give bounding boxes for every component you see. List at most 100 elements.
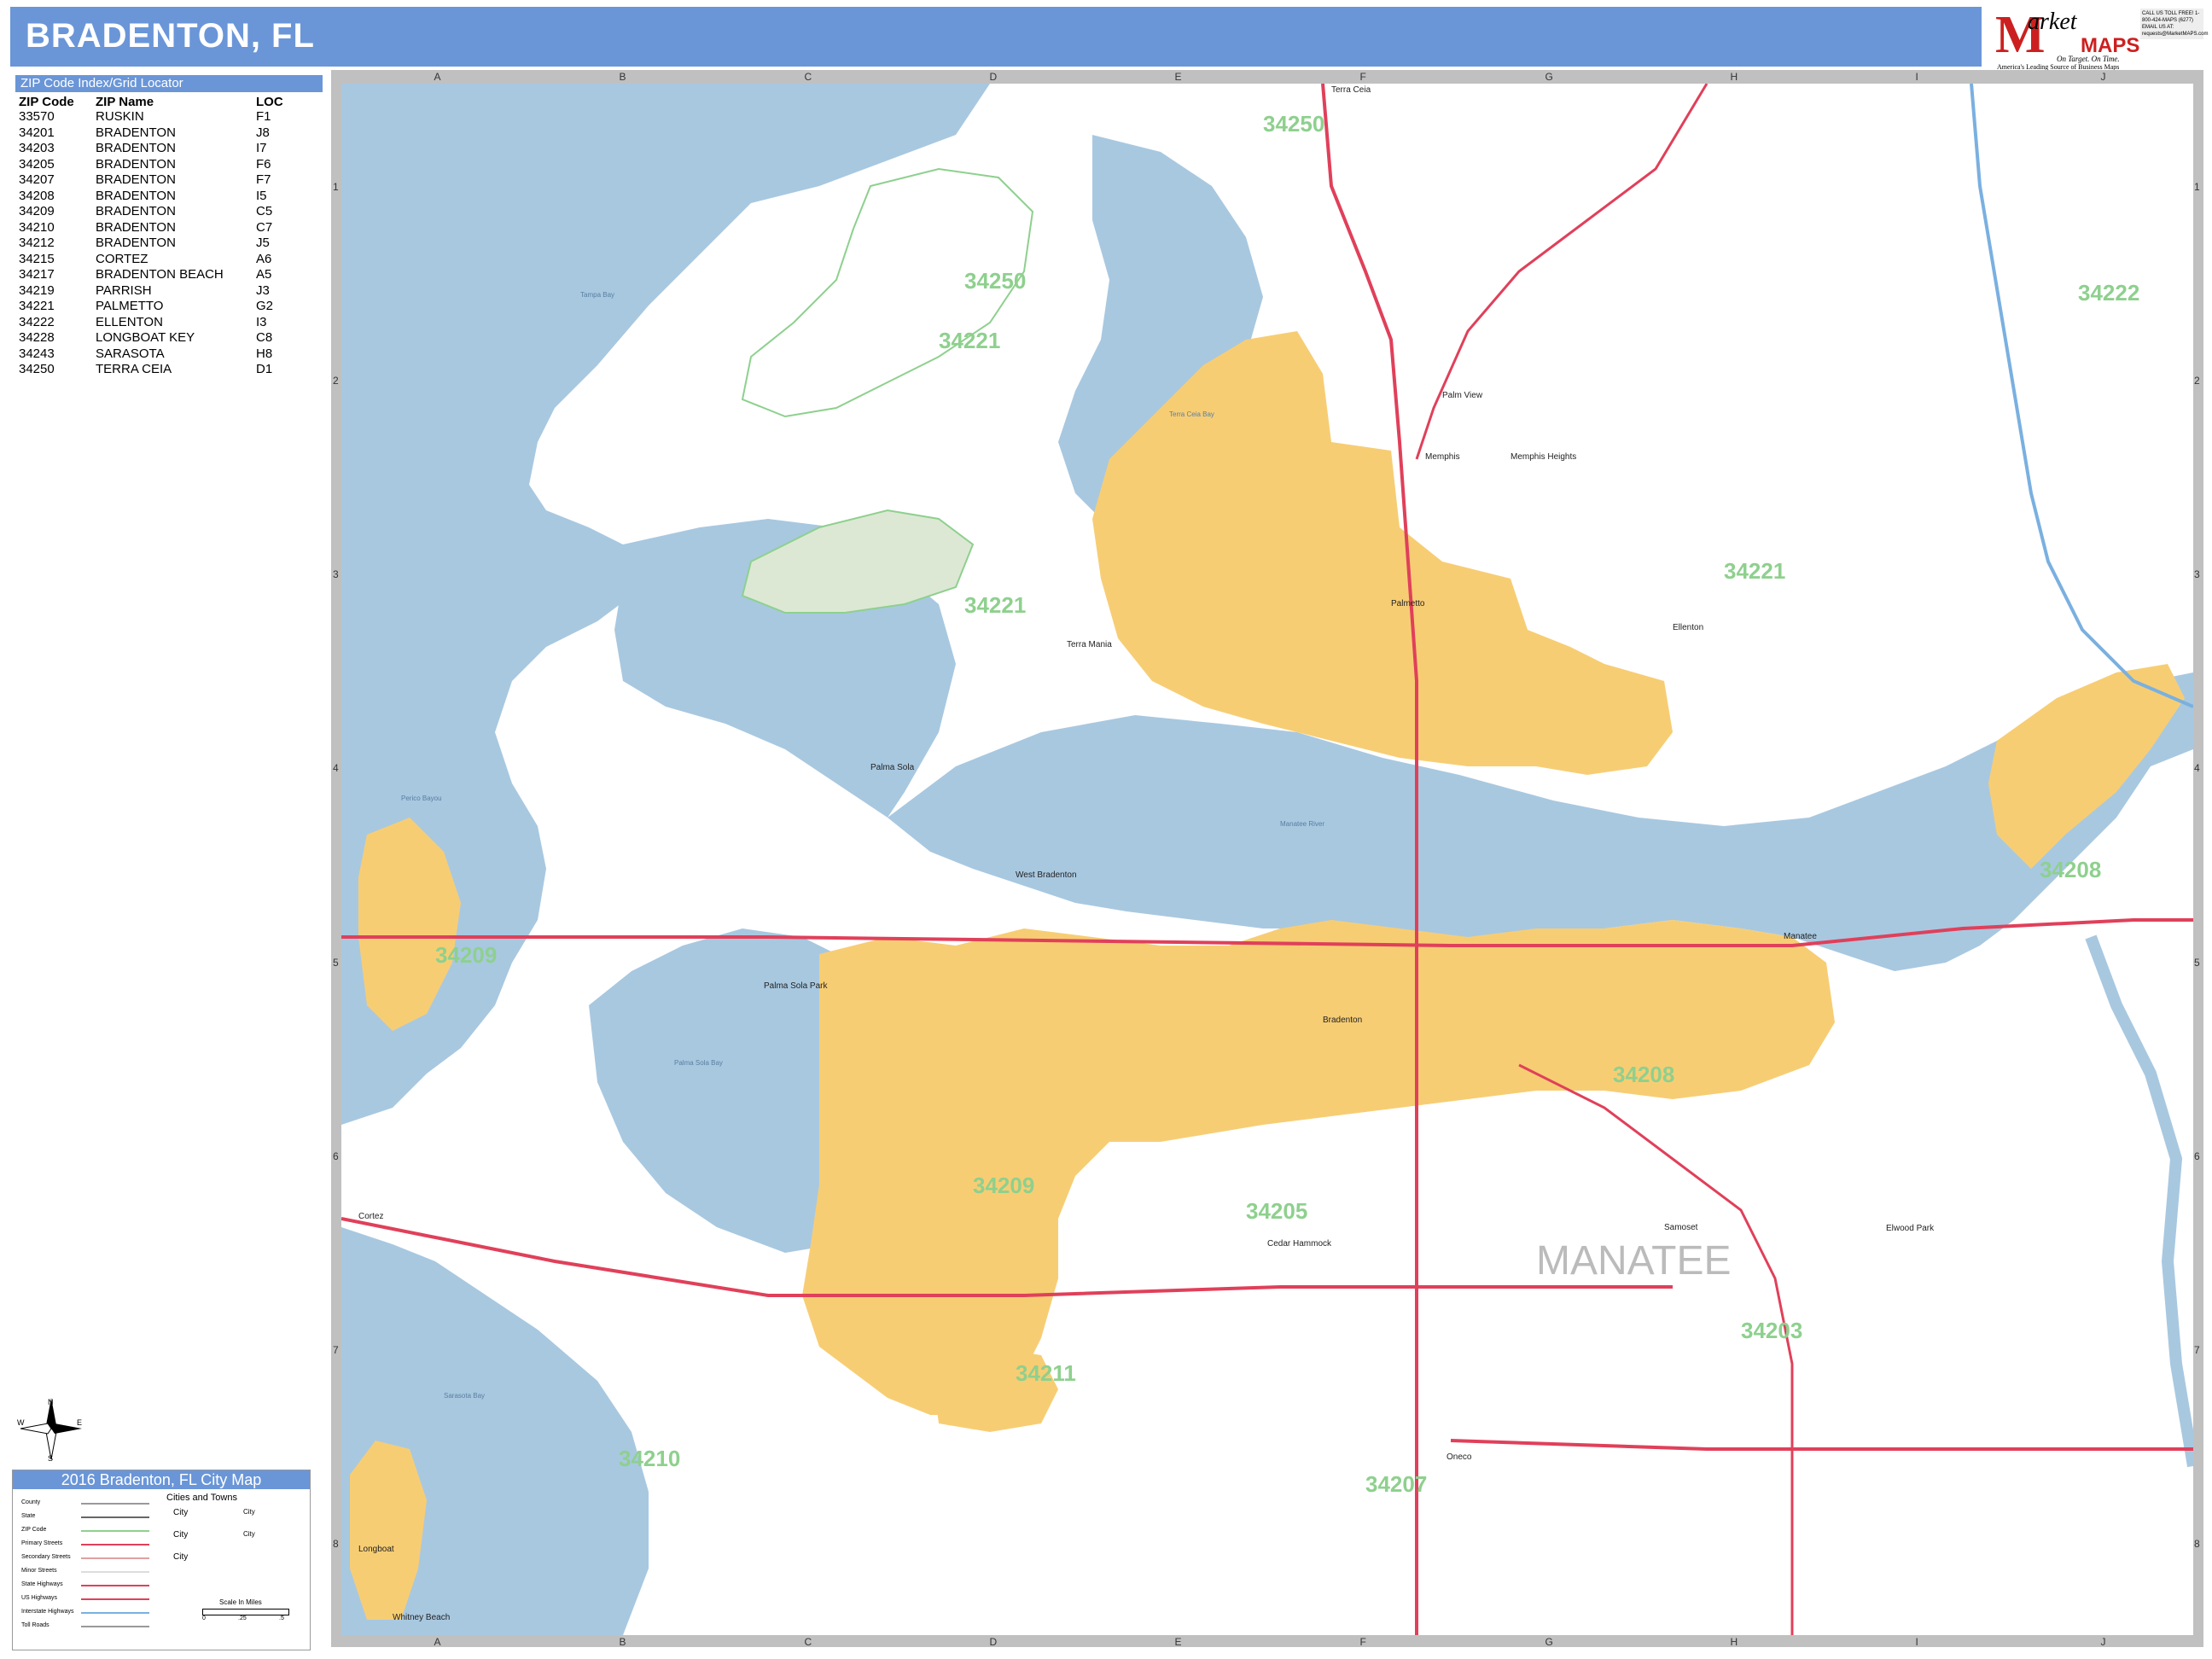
zip-name-cell: BRADENTON BEACH bbox=[96, 267, 224, 282]
zip-index-row: 34209 BRADENTON C5 bbox=[15, 204, 311, 220]
loc-cell: A5 bbox=[256, 267, 272, 282]
zip-name-cell: BRADENTON bbox=[96, 188, 176, 203]
place-label: Manatee bbox=[1784, 932, 1817, 941]
compass-s: S bbox=[48, 1454, 53, 1463]
legend-item: State Highways bbox=[21, 1581, 63, 1587]
zip-name-cell: PALMETTO bbox=[96, 299, 164, 314]
place-label: Palm View bbox=[1442, 391, 1483, 400]
bradenton-south-city bbox=[930, 1347, 1058, 1432]
water-label: Palma Sola Bay bbox=[674, 1059, 723, 1067]
zip-code-cell: 34219 bbox=[19, 282, 55, 298]
legend-item: County bbox=[21, 1499, 41, 1505]
zip-index-row: 34215 CORTEZ A6 bbox=[15, 252, 311, 268]
zip-name-col-header: ZIP Name bbox=[96, 94, 154, 109]
zip-code-cell: 34205 bbox=[19, 156, 55, 172]
legend-swatch bbox=[81, 1598, 149, 1600]
zip-index-row: 34205 BRADENTON F6 bbox=[15, 157, 311, 173]
zip-index-row: 34208 BRADENTON I5 bbox=[15, 189, 311, 205]
zip-code-cell: 34222 bbox=[19, 314, 55, 329]
place-label: West Bradenton bbox=[1016, 870, 1077, 880]
zip-index-row: 34243 SARASOTA H8 bbox=[15, 346, 311, 363]
zip-index-row: 34212 BRADENTON J5 bbox=[15, 236, 311, 252]
zip-name-cell: TERRA CEIA bbox=[96, 362, 172, 377]
zip-name-cell: BRADENTON bbox=[96, 172, 176, 188]
zip-label: 34221 bbox=[939, 328, 1000, 353]
zip-label: 34211 bbox=[1016, 1360, 1076, 1386]
place-label: Cortez bbox=[358, 1212, 383, 1221]
zip-label: 34250 bbox=[964, 268, 1026, 294]
compass-e: E bbox=[77, 1418, 82, 1427]
city-map[interactable]: 34250 34250 34221 34221 34221 34222 3420… bbox=[341, 84, 2193, 1635]
grid-column-label: J bbox=[2100, 1636, 2106, 1648]
loc-cell: J3 bbox=[256, 282, 270, 298]
market-maps-logo: M arket MAPS On Target. On Time. America… bbox=[1988, 3, 2208, 72]
zip-label: 34208 bbox=[2040, 857, 2101, 882]
legend-swatch bbox=[81, 1530, 149, 1532]
place-label: Samoset bbox=[1664, 1223, 1698, 1232]
place-label: Terra Ceia bbox=[1331, 85, 1371, 95]
grid-column-label: I bbox=[1915, 71, 1918, 83]
zip-label: 34250 bbox=[1263, 111, 1324, 137]
place-label: Memphis bbox=[1425, 452, 1460, 462]
compass-w: W bbox=[17, 1418, 25, 1427]
loc-cell: J8 bbox=[256, 125, 270, 140]
legend-item: Primary Streets bbox=[21, 1540, 63, 1546]
legend-city-label: City bbox=[173, 1508, 189, 1517]
legend-swatch bbox=[81, 1557, 149, 1559]
grid-row-label: 5 bbox=[333, 956, 339, 969]
grid-row-label: 2 bbox=[333, 374, 339, 387]
grid-column-label: D bbox=[989, 1636, 998, 1648]
place-label: Oneco bbox=[1447, 1452, 1472, 1462]
grid-row-label: 4 bbox=[2194, 762, 2200, 775]
place-label: Terra Mania bbox=[1067, 640, 1112, 649]
zip-code-cell: 34201 bbox=[19, 125, 55, 140]
zip-label: 34203 bbox=[1741, 1318, 1802, 1343]
place-label: Palma Sola Park bbox=[764, 981, 828, 991]
logo-market-text: arket bbox=[2028, 9, 2077, 35]
legend-title: 2016 Bradenton, FL City Map bbox=[13, 1470, 310, 1489]
loc-cell: J5 bbox=[256, 236, 270, 251]
legend-swatch bbox=[81, 1544, 149, 1545]
zip-name-cell: BRADENTON bbox=[96, 236, 176, 251]
zip-code-cell: 34207 bbox=[19, 172, 55, 188]
zip-index-table: ZIP Code ZIP Name LOC 33570 RUSKIN F1 34201… bbox=[15, 94, 311, 378]
grid-row-label: 3 bbox=[333, 568, 339, 581]
grid-column-label: A bbox=[434, 71, 441, 83]
zip-name-cell: BRADENTON bbox=[96, 219, 176, 235]
map-legend: 2016 Bradenton, FL City Map Cities and T… bbox=[12, 1470, 311, 1650]
grid-row-label: 1 bbox=[333, 180, 339, 193]
zip-name-cell: CORTEZ bbox=[96, 251, 148, 266]
zip-index-row: 34201 BRADENTON J8 bbox=[15, 125, 311, 142]
legend-swatch bbox=[81, 1516, 149, 1518]
grid-column-label: F bbox=[1359, 71, 1366, 83]
legend-item: Minor Streets bbox=[21, 1568, 57, 1574]
legend-item: State bbox=[21, 1513, 36, 1519]
loc-cell: G2 bbox=[256, 299, 274, 314]
place-label: Whitney Beach bbox=[393, 1613, 450, 1622]
legend-swatch bbox=[81, 1503, 149, 1505]
zip-name-cell: BRADENTON bbox=[96, 125, 176, 140]
zip-index-row: 34222 ELLENTON I3 bbox=[15, 315, 311, 331]
zip-label: 34210 bbox=[619, 1446, 680, 1471]
zip-code-cell: 34243 bbox=[19, 346, 55, 361]
zip-code-cell: 33570 bbox=[19, 109, 55, 125]
grid-column-label: C bbox=[804, 71, 812, 83]
county-label: MANATEE bbox=[1536, 1238, 1731, 1284]
loc-cell: A6 bbox=[256, 251, 272, 266]
grid-column-label: I bbox=[1915, 1636, 1918, 1648]
scale-tick: .5 bbox=[279, 1615, 284, 1621]
zip-col-header: ZIP Code bbox=[19, 94, 74, 109]
zip-label: 34209 bbox=[973, 1173, 1034, 1198]
title-bar: BRADENTON, FL bbox=[10, 7, 1982, 67]
zip-index-row: 33570 RUSKIN F1 bbox=[15, 109, 311, 125]
scale-title: Scale In Miles bbox=[219, 1598, 262, 1606]
grid-row-label: 4 bbox=[333, 762, 339, 775]
map-frame: AABBCCDDEEFFGGHHIIJJ1122334455667788 342… bbox=[331, 70, 2203, 1648]
place-label: Palma Sola bbox=[870, 763, 915, 772]
grid-row-label: 5 bbox=[2194, 956, 2200, 969]
loc-cell: D1 bbox=[256, 362, 273, 377]
grid-column-label: B bbox=[619, 1636, 626, 1648]
zip-label: 34222 bbox=[2078, 280, 2139, 306]
grid-column-label: G bbox=[1545, 71, 1553, 83]
compass-n: N bbox=[48, 1398, 54, 1406]
